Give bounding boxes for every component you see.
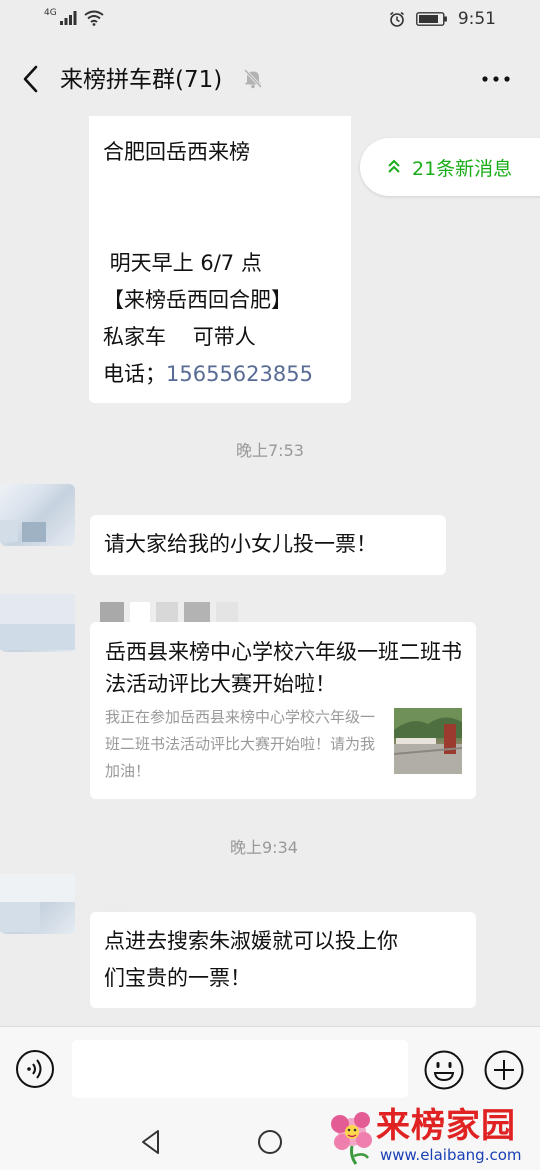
carpool-line-1: 合肥回岳西来榜	[103, 140, 250, 164]
watermark-url: www.elaibang.com	[380, 1146, 522, 1164]
search-line-1: 点进去搜索朱淑媛就可以投上你	[104, 929, 398, 953]
double-chevron-up-icon	[388, 159, 400, 173]
message-bubble-vote[interactable]: 请大家给我的小女儿投一票！	[90, 515, 446, 575]
carpool-line-2: 明天早上 6/7 点	[103, 251, 262, 275]
emoji-icon[interactable]	[423, 1049, 465, 1091]
vote-text: 请大家给我的小女儿投一票！	[104, 532, 377, 556]
message-bubble-carpool[interactable]: 合肥回岳西来榜 明天早上 6/7 点 【来榜岳西回合肥】 私家车 可带人 电话；…	[89, 116, 351, 403]
voice-icon[interactable]	[15, 1049, 55, 1089]
system-home-icon[interactable]	[256, 1128, 284, 1156]
chat-messages[interactable]: 合肥回岳西来榜 明天早上 6/7 点 【来榜岳西回合肥】 私家车 可带人 电话；…	[0, 116, 540, 1026]
link-card[interactable]: 岳西县来榜中心学校六年级一班二班书法活动评比大赛开始啦！ 我正在参加岳西县来榜中…	[90, 622, 476, 799]
new-messages-label: 21条新消息	[412, 158, 513, 180]
carpool-line-3: 【来榜岳西回合肥】	[103, 288, 292, 312]
carpool-line-4: 私家车 可带人	[103, 325, 256, 349]
avatar[interactable]	[0, 874, 75, 934]
status-time: 9:51	[457, 9, 496, 29]
carpool-phone-line: 电话；15655623855	[103, 356, 313, 393]
message-bubble-search[interactable]: 点进去搜索朱淑媛就可以投上你 们宝贵的一票！	[90, 912, 476, 1008]
status-right: 9:51	[389, 9, 496, 29]
watermark-title: 来榜家园	[376, 1106, 516, 1146]
new-messages-button[interactable]: 21条新消息	[360, 138, 540, 196]
search-line-2: 们宝贵的一票！	[104, 966, 251, 990]
card-thumbnail	[394, 708, 462, 774]
alarm-icon	[390, 11, 404, 27]
signal-icon	[59, 11, 77, 25]
more-icon[interactable]	[480, 65, 512, 93]
avatar[interactable]	[0, 594, 75, 652]
school-photo-icon	[394, 708, 462, 774]
timestamp: 晚上9:34	[230, 838, 298, 857]
sender-nickname	[100, 602, 244, 624]
avatar[interactable]	[0, 484, 75, 546]
plus-icon[interactable]	[483, 1049, 525, 1091]
mute-bell-icon	[243, 68, 263, 89]
chat-header: 来榜拼车群(71)	[0, 40, 540, 116]
signal-indicator: 4G	[44, 7, 105, 26]
network-type: 4G	[44, 7, 57, 18]
card-description: 我正在参加岳西县来榜中心学校六年级一班二班书法活动评比大赛开始啦！请为我加油！	[105, 708, 376, 780]
status-bar: 4G 9:51	[0, 0, 540, 40]
phone-prefix: 电话；	[103, 362, 166, 386]
back-icon[interactable]	[18, 62, 46, 96]
site-watermark: 来榜家园 www.elaibang.com	[326, 1098, 540, 1170]
battery-icon	[416, 12, 448, 26]
card-title: 岳西县来榜中心学校六年级一班二班书法活动评比大赛开始啦！	[105, 640, 462, 696]
chat-title: 来榜拼车群(71)	[60, 67, 223, 93]
system-back-icon[interactable]	[138, 1128, 164, 1156]
timestamp: 晚上7:53	[236, 441, 304, 460]
phone-link[interactable]: 15655623855	[166, 362, 313, 386]
wifi-icon	[84, 10, 105, 26]
message-input[interactable]	[72, 1040, 408, 1098]
